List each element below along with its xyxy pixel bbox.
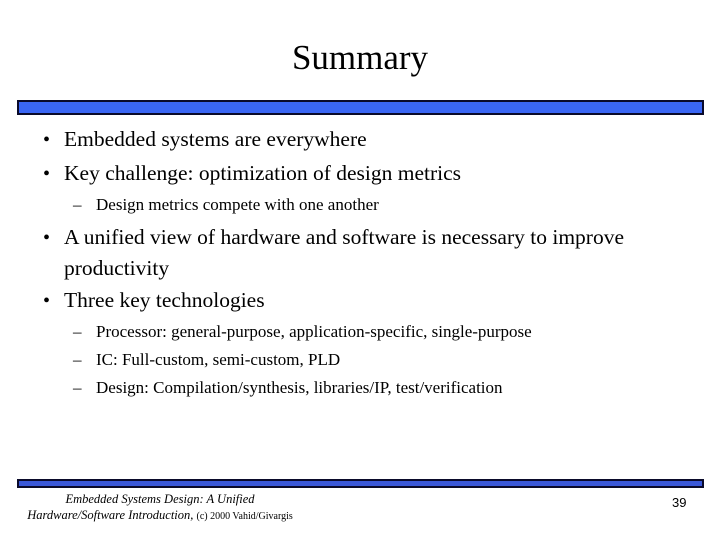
dash-marker: –	[73, 195, 82, 214]
bullet-marker: •	[43, 290, 51, 312]
sub-bullet-text: IC: Full-custom, semi-custom, PLD	[96, 350, 341, 369]
bullet-marker: •	[43, 227, 51, 249]
bullet-text: Three key technologies	[64, 288, 265, 312]
bullet-text: Embedded systems are everywhere	[64, 127, 367, 151]
bullet-text: A unified view of hardware and software …	[64, 225, 625, 280]
bullet-marker: •	[43, 163, 51, 185]
copyright-text: (c) 2000 Vahid/Givargis	[196, 511, 293, 522]
dash-marker: –	[73, 322, 82, 341]
book-title-line2-wrap: Hardware/Software Introduction, (c) 2000…	[0, 507, 320, 525]
bullet-marker: •	[43, 129, 51, 151]
footer-citation: Embedded Systems Design: A Unified Hardw…	[0, 491, 320, 525]
page-number: 39	[672, 495, 687, 510]
book-title-line1: Embedded Systems Design: A Unified	[65, 492, 255, 506]
title-divider-bar	[17, 100, 704, 115]
sub-bullet-text: Processor: general-purpose, application-…	[96, 322, 532, 341]
footer-divider-bar	[17, 479, 704, 488]
slide-title: Summary	[291, 38, 429, 77]
sub-bullet-text: Design metrics compete with one another	[96, 195, 379, 214]
sub-bullet-text: Design: Compilation/synthesis, libraries…	[96, 378, 503, 397]
book-title-line2: Hardware/Software Introduction,	[27, 508, 194, 522]
bullet-text: Key challenge: optimization of design me…	[64, 161, 462, 185]
dash-marker: –	[73, 350, 82, 369]
dash-marker: –	[73, 378, 82, 397]
